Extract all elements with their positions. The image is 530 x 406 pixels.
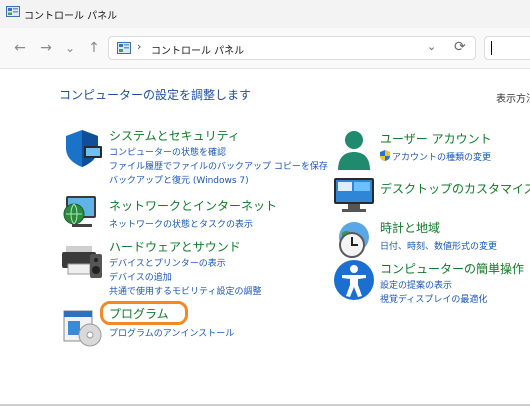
link-file-history-backup[interactable]: ファイル履歴でファイルのバックアップ コピーを保存 bbox=[109, 159, 328, 172]
link-uninstall-program[interactable]: プログラムのアンインストール bbox=[109, 326, 234, 339]
page-title: コンピューターの設定を調整します bbox=[59, 88, 252, 102]
breadcrumb-separator-icon[interactable]: › bbox=[227, 40, 231, 53]
network-globe-icon[interactable] bbox=[60, 192, 104, 236]
security-shield-icon[interactable] bbox=[60, 126, 104, 170]
category-heading-ease-of-access[interactable]: コンピューターの簡単操作 bbox=[380, 260, 524, 277]
link-optimize-visual-display[interactable]: 視覚ディスプレイの最適化 bbox=[380, 292, 487, 305]
control-panel-icon bbox=[117, 42, 131, 54]
title-bar: コントロール パネル bbox=[0, 0, 530, 28]
program-disc-icon[interactable] bbox=[60, 305, 104, 349]
up-arrow-icon[interactable]: ↑ bbox=[86, 40, 102, 56]
window-title: コントロール パネル bbox=[24, 11, 118, 22]
uac-shield-icon bbox=[380, 150, 390, 161]
link-show-suggestions[interactable]: 設定の提案の表示 bbox=[380, 278, 452, 291]
category-heading-desktop-customization[interactable]: デスクトップのカスタマイズ bbox=[380, 180, 530, 197]
desktop-customize-icon[interactable] bbox=[332, 172, 376, 216]
link-backup-restore-win7[interactable]: バックアップと復元 (Windows 7) bbox=[109, 173, 249, 186]
highlight-annotation bbox=[100, 301, 188, 325]
refresh-icon[interactable]: ⟳ bbox=[454, 39, 466, 55]
category-heading-hardware-sound[interactable]: ハードウェアとサウンド bbox=[109, 238, 241, 255]
recent-locations-icon[interactable]: ⌄ bbox=[62, 40, 78, 56]
link-devices-printers[interactable]: デバイスとプリンターの表示 bbox=[109, 256, 226, 269]
category-heading-clock-region[interactable]: 時計と地域 bbox=[380, 219, 440, 236]
breadcrumb-separator-icon[interactable]: › bbox=[137, 40, 141, 53]
user-account-icon[interactable] bbox=[332, 128, 376, 172]
control-panel-icon bbox=[6, 6, 20, 17]
link-network-status-tasks[interactable]: ネットワークの状態とタスクの表示 bbox=[109, 217, 253, 230]
link-mobility-settings[interactable]: 共通で使用するモビリティ設定の調整 bbox=[109, 284, 261, 297]
link-change-account-type[interactable]: アカウントの種類の変更 bbox=[392, 150, 491, 163]
link-add-device[interactable]: デバイスの追加 bbox=[109, 270, 172, 283]
view-by-label[interactable]: 表示方法 bbox=[496, 90, 530, 105]
printer-speaker-icon[interactable] bbox=[60, 238, 104, 282]
text-caret bbox=[491, 41, 492, 55]
category-heading-system-security[interactable]: システムとセキュリティ bbox=[109, 127, 240, 144]
category-heading-user-accounts[interactable]: ユーザー アカウント bbox=[380, 130, 492, 147]
address-dropdown-icon[interactable]: ⌄ bbox=[427, 40, 436, 53]
clock-globe-icon[interactable] bbox=[332, 217, 376, 261]
category-heading-network-internet[interactable]: ネットワークとインターネット bbox=[109, 197, 277, 214]
forward-arrow-icon[interactable]: → bbox=[38, 40, 54, 56]
navigation-bar: ← → ⌄ ↑ › コントロール パネル › ⌄ ⟳ bbox=[0, 28, 530, 69]
link-change-date-time-format[interactable]: 日付、時刻、数値形式の変更 bbox=[380, 239, 497, 252]
accessibility-icon[interactable] bbox=[332, 258, 376, 302]
address-bar[interactable]: › コントロール パネル › ⌄ ⟳ bbox=[108, 36, 476, 60]
link-check-computer-status[interactable]: コンピューターの状態を確認 bbox=[109, 145, 226, 158]
search-input[interactable] bbox=[484, 36, 530, 60]
back-arrow-icon[interactable]: ← bbox=[12, 40, 28, 56]
